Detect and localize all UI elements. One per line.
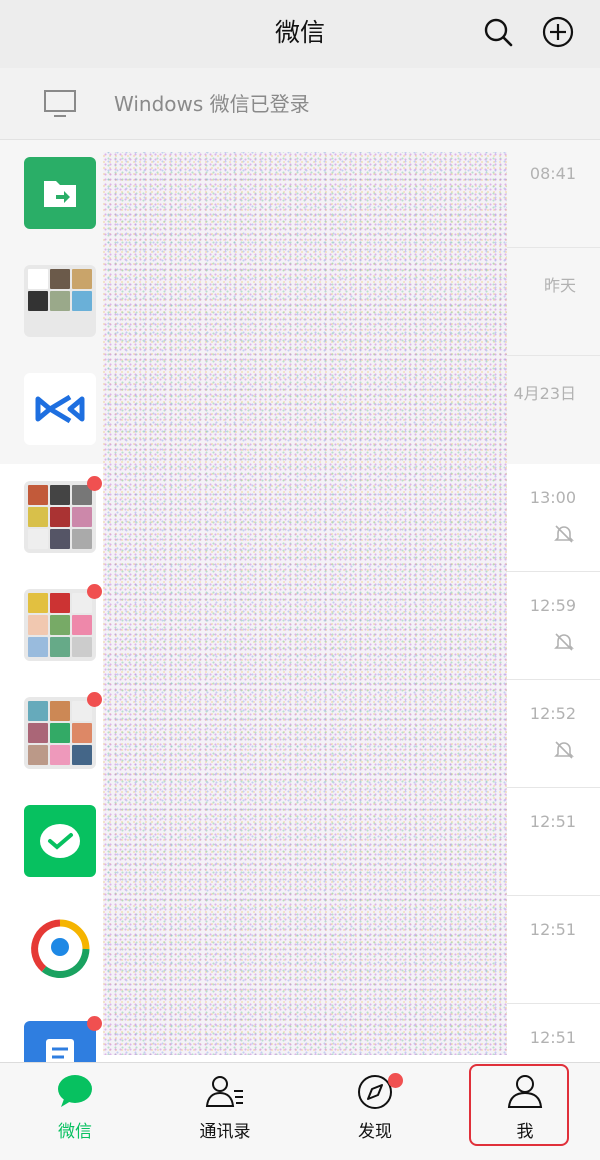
muted-bell-icon: [554, 525, 574, 543]
chat-time: 12:59: [529, 596, 576, 615]
app-logo: [24, 373, 96, 445]
chat-time: 12:51: [529, 812, 576, 831]
tab-chats[interactable]: 微信: [0, 1063, 150, 1160]
contacts-icon: [205, 1076, 243, 1107]
group-avatar: [24, 589, 96, 661]
muted-bell-icon: [554, 741, 574, 759]
muted-bell-icon: [554, 633, 574, 651]
tab-label: 发现: [358, 1122, 392, 1142]
chat-time: 13:00: [529, 488, 576, 507]
wechat-pay-icon: [24, 805, 96, 877]
unread-dot: [87, 584, 102, 599]
chat-time: 12:51: [529, 1028, 576, 1047]
unread-dot: [87, 1016, 102, 1031]
folder-transfer-icon: [24, 157, 96, 229]
chat-time: 12:51: [529, 920, 576, 939]
tab-label: 微信: [58, 1122, 92, 1142]
plus-circle-icon[interactable]: [540, 14, 576, 50]
document-icon: [24, 1021, 96, 1062]
discover-badge-dot: [388, 1073, 403, 1088]
unread-dot: [87, 476, 102, 491]
group-avatar: [24, 481, 96, 553]
search-icon[interactable]: [480, 14, 516, 50]
top-nav-bar: 微信: [0, 0, 600, 68]
chat-time: 08:41: [529, 164, 576, 183]
chat-time: 昨天: [543, 276, 576, 295]
tab-discover[interactable]: 发现: [300, 1063, 450, 1160]
group-avatar: [24, 265, 96, 337]
tab-label: 通讯录: [199, 1122, 251, 1142]
desktop-login-status-bar[interactable]: Windows 微信已登录: [0, 68, 600, 140]
highlight-box: [469, 1064, 569, 1146]
tab-contacts[interactable]: 通讯录: [150, 1063, 300, 1160]
chat-bubble-icon: [58, 1075, 92, 1107]
chat-time: 4月23日: [513, 384, 576, 403]
group-avatar: [24, 697, 96, 769]
monitor-icon: [44, 90, 76, 117]
redaction-noise-overlay: [103, 152, 507, 1055]
chat-time: 12:52: [529, 704, 576, 723]
login-status-text: Windows 微信已登录: [114, 92, 310, 116]
news-icon: [24, 913, 96, 985]
unread-dot: [87, 692, 102, 707]
